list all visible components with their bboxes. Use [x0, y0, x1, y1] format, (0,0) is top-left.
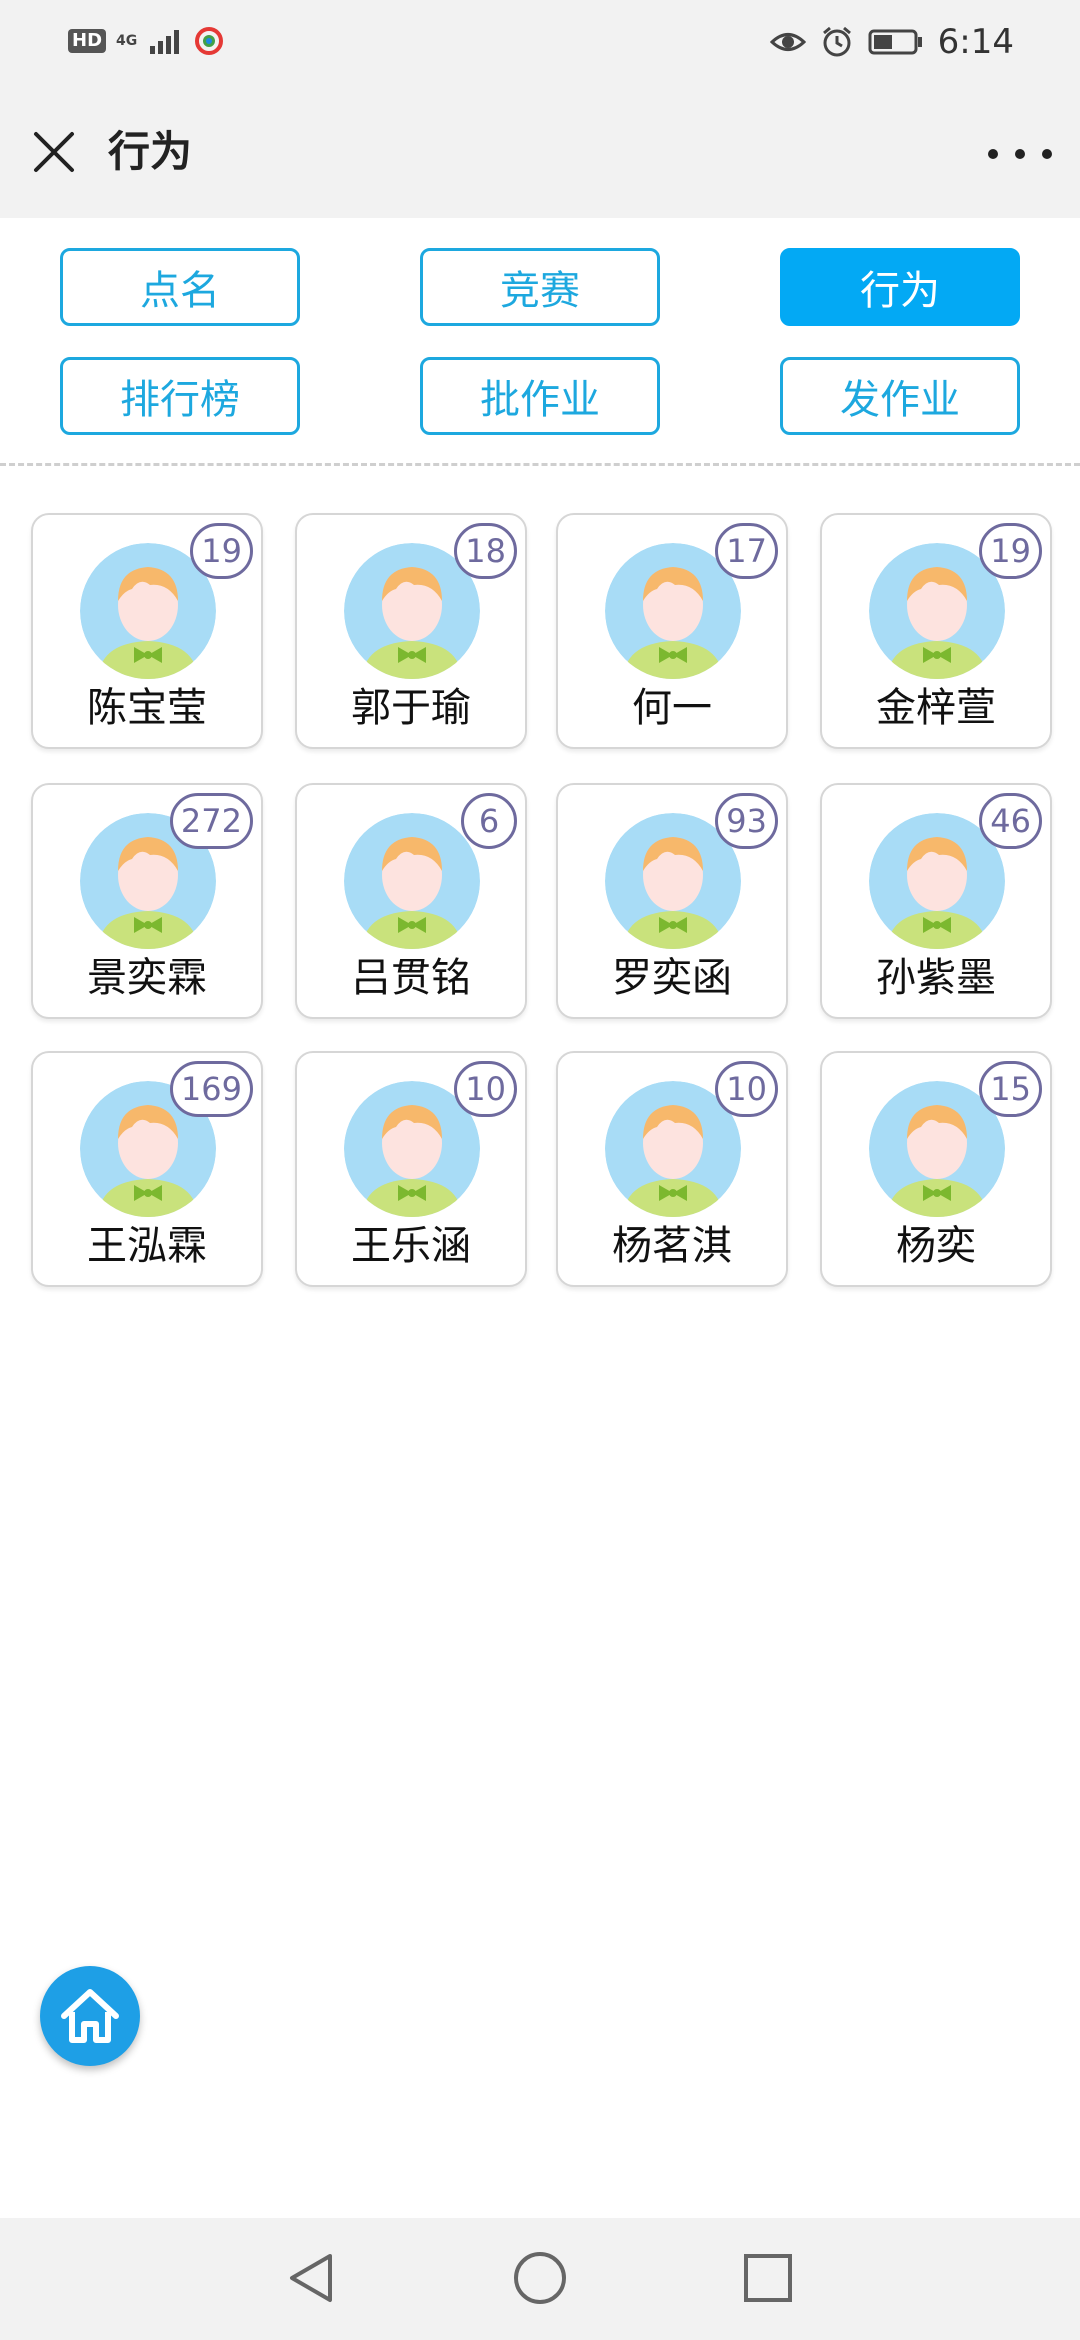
student-card[interactable]: 6 吕贯铭 [295, 783, 527, 1019]
app-notification-icon [195, 27, 224, 55]
competition-button[interactable]: 竞赛 [420, 248, 660, 326]
student-card[interactable]: 19 陈宝莹 [31, 513, 263, 749]
system-back-button[interactable] [282, 2248, 342, 2308]
recents-icon [744, 2254, 792, 2302]
system-home-button[interactable] [510, 2248, 570, 2308]
status-bar: HD 4G 6:14 [0, 0, 1080, 90]
student-name: 王泓霖 [87, 1223, 207, 1269]
avatar [344, 813, 480, 949]
system-recents-button[interactable] [738, 2248, 798, 2308]
score-badge: 18 [454, 523, 517, 579]
student-name: 何一 [632, 685, 712, 731]
alarm-icon [822, 26, 851, 57]
student-card[interactable]: 10 杨茗淇 [556, 1051, 788, 1287]
score-badge: 10 [454, 1061, 517, 1117]
student-name: 金梓萱 [876, 685, 996, 731]
signal-icon [150, 30, 180, 54]
home-button[interactable] [40, 1966, 140, 2066]
grade-homework-button[interactable]: 批作业 [420, 357, 660, 435]
roll-call-button[interactable]: 点名 [60, 248, 300, 326]
score-badge: 15 [979, 1061, 1042, 1117]
dashed-divider [0, 463, 1080, 466]
close-button[interactable] [28, 126, 80, 178]
more-icon-dot [988, 149, 998, 159]
hd-badge: HD [68, 29, 107, 53]
score-badge: 17 [715, 523, 778, 579]
more-button[interactable] [988, 134, 1052, 174]
student-name: 吕贯铭 [351, 955, 471, 1001]
student-card[interactable]: 19 金梓萱 [820, 513, 1052, 749]
score-badge: 19 [190, 523, 253, 579]
student-card[interactable]: 93 罗奕函 [556, 783, 788, 1019]
score-badge: 169 [169, 1061, 253, 1117]
student-card[interactable]: 18 郭于瑜 [295, 513, 527, 749]
status-left: HD 4G [68, 26, 224, 56]
status-right: 6:14 [769, 22, 1014, 62]
student-name: 杨奕 [896, 1223, 976, 1269]
back-icon [290, 2254, 332, 2302]
score-badge: 93 [715, 793, 778, 849]
score-badge: 6 [461, 793, 517, 849]
behavior-button[interactable]: 行为 [780, 248, 1020, 326]
avatar-icon [344, 813, 480, 949]
battery-icon [868, 29, 922, 55]
student-name: 郭于瑜 [351, 685, 471, 731]
home-icon [61, 1989, 119, 2043]
student-card[interactable]: 15 杨奕 [820, 1051, 1052, 1287]
clock-time: 6:14 [937, 22, 1014, 62]
leaderboard-button[interactable]: 排行榜 [60, 357, 300, 435]
more-icon-dot [1015, 149, 1025, 159]
system-nav-bar [0, 2218, 1080, 2340]
student-card[interactable]: 17 何一 [556, 513, 788, 749]
close-icon [34, 132, 74, 172]
student-card[interactable]: 46 孙紫墨 [820, 783, 1052, 1019]
student-card[interactable]: 272 景奕霖 [31, 783, 263, 1019]
student-name: 王乐涵 [351, 1223, 471, 1269]
score-badge: 10 [715, 1061, 778, 1117]
score-badge: 19 [979, 523, 1042, 579]
more-icon-dot [1042, 149, 1052, 159]
assign-homework-button[interactable]: 发作业 [780, 357, 1020, 435]
student-card[interactable]: 10 王乐涵 [295, 1051, 527, 1287]
page-title: 行为 [108, 127, 193, 176]
student-name: 孙紫墨 [876, 955, 996, 1001]
eye-icon [769, 33, 806, 51]
student-name: 罗奕函 [612, 955, 732, 1001]
home-circle-icon [514, 2252, 566, 2304]
title-bar: 行为 [0, 90, 1080, 218]
app-root: HD 4G 6:14 行为 点名 竞赛 行为 排行榜 批作业 发作业 19 陈宝… [0, 0, 1080, 2340]
network-type: 4G [116, 33, 138, 49]
score-badge: 46 [979, 793, 1042, 849]
student-card[interactable]: 169 王泓霖 [31, 1051, 263, 1287]
score-badge: 272 [169, 793, 253, 849]
student-name: 景奕霖 [87, 955, 207, 1001]
student-name: 陈宝莹 [87, 685, 207, 731]
student-name: 杨茗淇 [612, 1223, 732, 1269]
